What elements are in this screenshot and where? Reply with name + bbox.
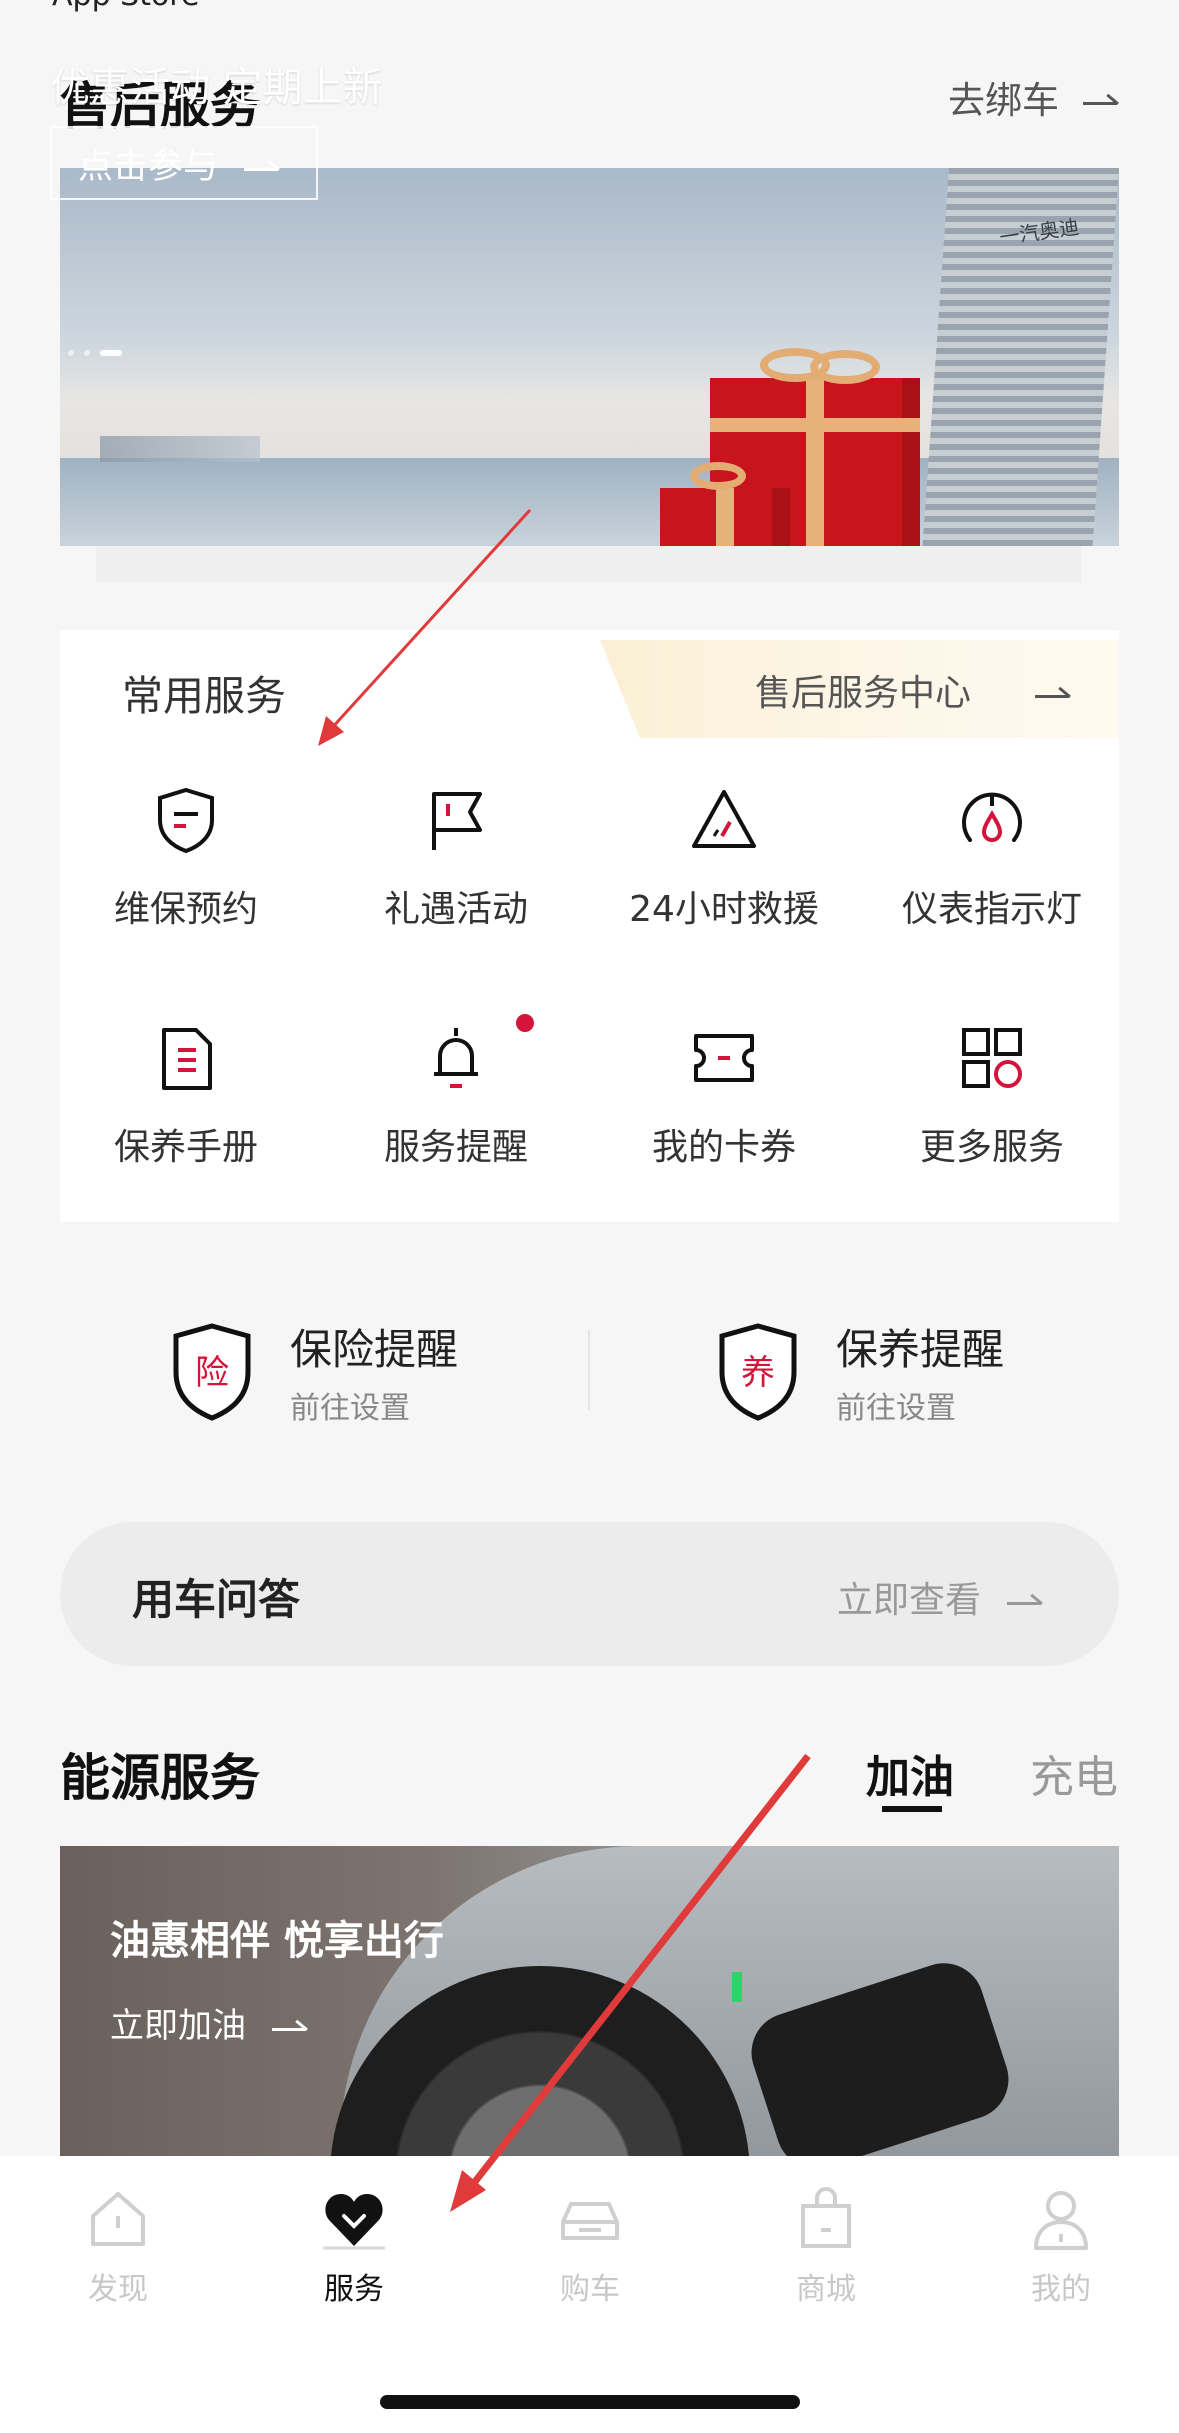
notification-dot: [516, 1014, 534, 1032]
gauge-drop-icon: [962, 792, 1022, 842]
car-qa-title: 用车问答: [132, 1575, 301, 1624]
service-label: 保养手册: [113, 1127, 258, 1168]
banner-join-label: 点击参与: [78, 146, 219, 187]
nav-mine[interactable]: 我的: [986, 2186, 1136, 2308]
warning-triangle-icon: [692, 790, 756, 848]
arrow-right-icon: [1007, 1589, 1041, 1605]
page-dot: [84, 350, 90, 356]
common-services-title: 常用服务: [122, 672, 286, 720]
nav-buy-car[interactable]: 购车: [515, 2186, 665, 2308]
bag-icon: [801, 2187, 851, 2248]
reminder-subtitle: 前往设置: [290, 1391, 410, 1426]
service-center-label: 售后服务中心: [754, 673, 971, 714]
service-benefit-events[interactable]: 礼遇活动: [356, 784, 556, 932]
unbind-car-link[interactable]: 去绑车: [948, 70, 1117, 124]
service-label: 礼遇活动: [383, 889, 528, 930]
home-indicator: [380, 2395, 800, 2409]
service-roadside-rescue[interactable]: 24小时救援: [624, 784, 824, 932]
arrow-right-icon: [272, 2015, 306, 2031]
refuel-now-label: 立即加油: [110, 2006, 246, 2046]
car-icon: [561, 2202, 619, 2240]
service-label: 服务提醒: [383, 1127, 528, 1168]
service-more[interactable]: 更多服务: [892, 1022, 1092, 1170]
grid-icon: [962, 1028, 1022, 1088]
page-dot: [68, 350, 74, 356]
nav-mall[interactable]: 商城: [751, 2186, 901, 2308]
service-label: 仪表指示灯: [901, 889, 1082, 930]
arrow-right-icon: [1083, 89, 1117, 105]
heart-icon: [323, 2194, 385, 2250]
service-label: 维保预约: [113, 889, 258, 930]
ticket-icon: [694, 1034, 754, 1082]
flag-icon: [432, 792, 482, 850]
nav-label: 购车: [560, 2272, 620, 2307]
bell-icon: [434, 1028, 478, 1088]
active-tab-indicator: [882, 1806, 942, 1812]
tab-charging[interactable]: 充电: [1030, 1741, 1118, 1805]
insurance-reminder[interactable]: 险 保险提醒 前往设置: [170, 1316, 458, 1427]
unbind-car-label: 去绑车: [948, 79, 1059, 122]
shield-doc-icon: [158, 787, 214, 854]
service-center-link[interactable]: 售后服务中心: [755, 664, 1069, 716]
back-to-app-store[interactable]: App Store: [52, 0, 199, 13]
maintenance-reminder[interactable]: 养 保养提醒 前往设置: [716, 1316, 1004, 1427]
nav-discover[interactable]: 发现: [43, 2186, 193, 2308]
refuel-card-title: 油惠相伴 悦享出行: [110, 1918, 444, 1964]
service-label: 24小时救援: [629, 889, 819, 930]
reminder-title: 保养提醒: [836, 1325, 1005, 1374]
manual-icon: [162, 1028, 212, 1090]
service-reminder[interactable]: 服务提醒: [356, 1022, 556, 1170]
svg-text:险: 险: [195, 1353, 229, 1393]
service-maintenance-booking[interactable]: 维保预约: [86, 784, 286, 932]
home-icon: [91, 2192, 145, 2246]
banner-skyline: [100, 436, 260, 462]
service-label: 我的卡券: [651, 1127, 796, 1168]
banner-pagination: [68, 350, 122, 356]
service-dashboard-indicators[interactable]: 仪表指示灯: [892, 784, 1092, 932]
energy-services-title: 能源服务: [60, 1749, 260, 1807]
reminder-title: 保险提醒: [290, 1325, 459, 1374]
promo-banner[interactable]: 一汽奥迪: [60, 168, 1119, 546]
car-qa-view-label: 立即查看: [836, 1580, 981, 1621]
insurance-shield-icon: 险: [173, 1322, 251, 1421]
banner-join-button[interactable]: 点击参与: [50, 126, 318, 200]
maintenance-shield-icon: 养: [719, 1322, 797, 1421]
gift-box-small: [660, 462, 790, 546]
arrow-right-icon: [1035, 682, 1069, 698]
service-my-coupons[interactable]: 我的卡券: [624, 1022, 824, 1170]
car-qa-view-link[interactable]: 立即查看: [837, 1571, 1041, 1623]
nav-label: 我的: [1031, 2272, 1091, 2307]
banner-stack-shadow: [96, 546, 1081, 582]
divider: [588, 1330, 590, 1410]
tab-refuel[interactable]: 加油: [866, 1741, 954, 1805]
svg-text:养: 养: [741, 1353, 775, 1393]
nav-label: 服务: [324, 2272, 384, 2307]
arrow-right-icon: [244, 155, 279, 171]
page-dot-active: [100, 350, 122, 356]
service-label: 更多服务: [919, 1127, 1064, 1168]
user-icon: [1034, 2191, 1088, 2250]
nav-label: 商城: [796, 2272, 856, 2307]
reminder-subtitle: 前往设置: [836, 1391, 956, 1426]
service-maintenance-manual[interactable]: 保养手册: [86, 1022, 286, 1170]
charger-light: [732, 1972, 742, 2002]
nav-label: 发现: [88, 2272, 148, 2307]
banner-title: 优惠活动 定期上新: [50, 65, 383, 111]
refuel-now-button[interactable]: 立即加油: [110, 1998, 306, 2047]
nav-service[interactable]: 服务: [279, 2186, 429, 2308]
